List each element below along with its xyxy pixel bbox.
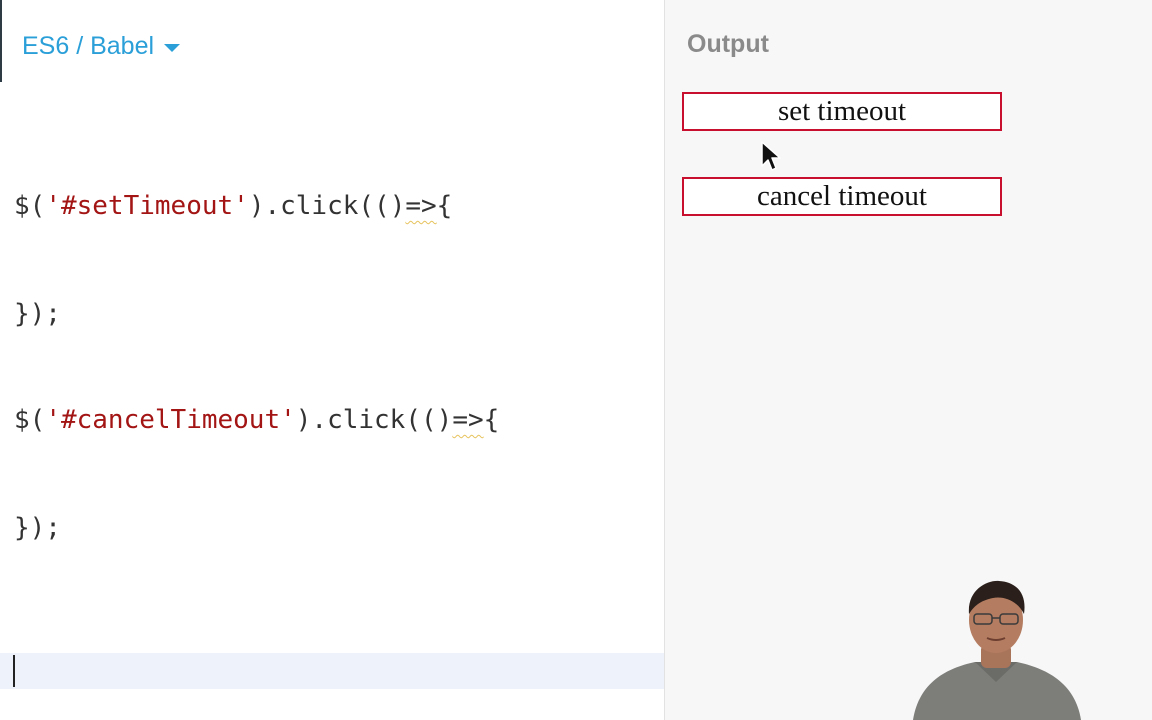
- lint-warning-squiggle: =>: [405, 191, 437, 221]
- code-token: $(: [14, 405, 46, 435]
- language-label: ES6 / Babel: [22, 31, 155, 60]
- current-line-highlight: [0, 653, 664, 689]
- lint-warning-squiggle: =>: [452, 405, 484, 435]
- code-editor-pane[interactable]: ES6 / Babel $('#setTimeout').click(()=>{…: [0, 0, 664, 720]
- output-title: Output: [687, 30, 769, 58]
- code-token: ).click((): [295, 405, 453, 435]
- code-string: '#setTimeout': [45, 191, 249, 221]
- code-token: {: [483, 405, 500, 435]
- app-window: ES6 / Babel $('#setTimeout').click(()=>{…: [0, 0, 1152, 720]
- set-timeout-button[interactable]: set timeout: [682, 92, 1002, 131]
- code-token: ).click((): [248, 191, 406, 221]
- mouse-pointer-icon: [761, 141, 781, 171]
- code-token: $(: [14, 191, 46, 221]
- text-cursor: [13, 655, 15, 687]
- editor-left-edge: [0, 0, 2, 82]
- code-line-2[interactable]: });: [14, 299, 61, 329]
- cancel-timeout-button[interactable]: cancel timeout: [682, 177, 1002, 216]
- chevron-down-icon: [164, 43, 181, 52]
- language-selector[interactable]: ES6 / Babel: [22, 30, 181, 62]
- code-line-3[interactable]: $('#cancelTimeout').click(()=>{: [14, 405, 499, 435]
- code-line-4[interactable]: });: [14, 513, 61, 543]
- code-string: '#cancelTimeout': [45, 405, 296, 435]
- code-line-1[interactable]: $('#setTimeout').click(()=>{: [14, 191, 452, 221]
- presenter-video: [905, 578, 1087, 720]
- code-token: {: [436, 191, 453, 221]
